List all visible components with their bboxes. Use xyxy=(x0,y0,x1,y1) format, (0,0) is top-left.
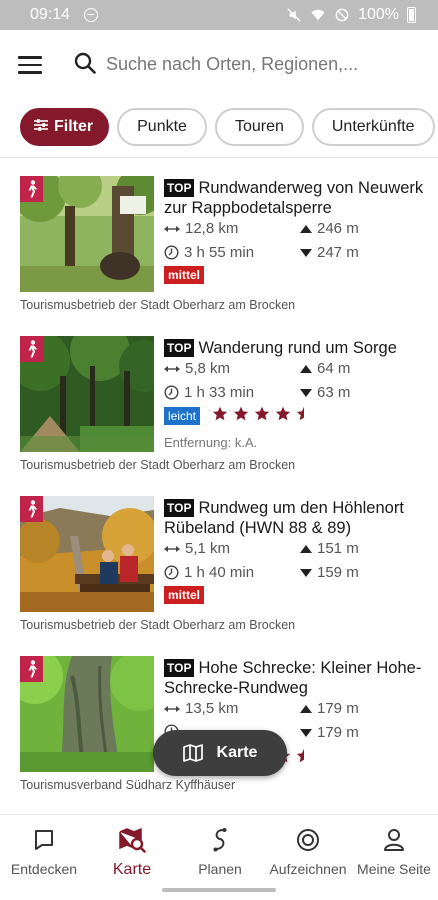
top-badge: TOP xyxy=(164,659,195,677)
tour-descent: 179 m xyxy=(317,724,359,741)
star-icon xyxy=(296,406,304,421)
difficulty-badge: mittel xyxy=(164,266,205,284)
tour-distance: 5,1 km xyxy=(185,540,231,557)
difficulty-badge: mittel xyxy=(164,586,205,604)
map-button[interactable]: Karte xyxy=(153,730,287,776)
tour-source: Tourismusbetrieb der Stadt Oberharz am B… xyxy=(20,298,296,312)
star-icon xyxy=(296,748,304,763)
tour-duration: 1 h 40 min xyxy=(184,564,255,581)
nav-planen[interactable]: Planen xyxy=(176,825,264,877)
tour-image xyxy=(20,496,154,612)
nav-aufzeichnen[interactable]: Aufzeichnen xyxy=(264,825,352,877)
descent-icon xyxy=(300,248,312,257)
tour-ascent: 246 m xyxy=(317,220,359,237)
star-icon xyxy=(233,406,249,421)
map-icon xyxy=(182,744,203,762)
clock-icon xyxy=(164,245,179,260)
wifi-icon xyxy=(311,9,325,21)
tour-source: Tourismusbetrieb der Stadt Oberharz am B… xyxy=(20,458,296,472)
tour-card[interactable]: TOP Wanderung rund um Sorge 5,8 km 1 h 33… xyxy=(0,318,438,478)
distance-icon xyxy=(164,705,180,712)
tour-duration: 1 h 33 min xyxy=(184,384,255,401)
battery-text: 100% xyxy=(358,6,399,23)
distance-icon xyxy=(164,365,180,372)
clock-icon xyxy=(164,385,179,400)
tour-title: Hohe Schrecke: Kleiner Hohe-Schrecke-Run… xyxy=(164,659,422,697)
chip-touren[interactable]: Touren xyxy=(214,108,304,146)
star-icon xyxy=(254,406,270,421)
menu-icon[interactable] xyxy=(18,56,42,74)
tour-ascent: 151 m xyxy=(317,540,359,557)
top-badge: TOP xyxy=(164,339,195,357)
clock-icon xyxy=(164,565,179,580)
search-input[interactable] xyxy=(106,48,426,80)
discover-icon xyxy=(35,830,53,850)
tour-ascent: 64 m xyxy=(317,360,351,377)
nav-karte[interactable]: Karte xyxy=(88,825,176,879)
filter-chip[interactable]: Filter xyxy=(20,108,110,146)
no-signal-icon xyxy=(335,8,349,22)
nav-meine-seite[interactable]: Meine Seite xyxy=(350,825,438,877)
descent-icon xyxy=(300,568,312,577)
nav-entdecken[interactable]: Entdecken xyxy=(0,825,88,877)
filter-icon xyxy=(34,119,48,132)
chip-unterkuenfte[interactable]: Unterkünfte xyxy=(311,108,435,146)
tour-source: Tourismusverband Südharz Kyffhäuser xyxy=(20,778,236,792)
ascent-icon xyxy=(300,704,312,713)
tour-duration: 3 h 55 min xyxy=(184,244,255,261)
ascent-icon xyxy=(300,364,312,373)
star-icon xyxy=(275,406,291,421)
tour-title: Rundwanderweg von Neuwerk zur Rappbodeta… xyxy=(164,179,424,217)
tour-image xyxy=(20,176,154,292)
hiking-badge-icon xyxy=(20,176,43,202)
profile-icon xyxy=(384,829,404,851)
map-search-icon xyxy=(119,827,146,853)
ascent-icon xyxy=(300,224,312,233)
hiking-badge-icon xyxy=(20,656,43,682)
hiking-badge-icon xyxy=(20,496,43,522)
distance-icon xyxy=(164,545,180,552)
descent-icon xyxy=(300,388,312,397)
tour-title: Rundweg um den Höhlenort Rübeland (HWN 8… xyxy=(164,499,404,537)
distance-icon xyxy=(164,225,180,232)
top-badge: TOP xyxy=(164,499,195,517)
do-not-disturb-icon xyxy=(84,8,98,22)
status-time: 09:14 xyxy=(30,6,71,23)
hiking-badge-icon xyxy=(20,336,43,362)
tour-title: Wanderung rund um Sorge xyxy=(198,339,397,357)
tour-card[interactable]: TOP Rundwanderweg von Neuwerk zur Rappbod… xyxy=(0,158,438,318)
tour-descent: 247 m xyxy=(317,244,359,261)
descent-icon xyxy=(300,728,312,737)
battery-icon xyxy=(407,7,416,23)
tour-source: Tourismusbetrieb der Stadt Oberharz am B… xyxy=(20,618,296,632)
home-indicator[interactable] xyxy=(162,888,276,892)
tour-image xyxy=(20,336,154,452)
tour-entfernung: Entfernung: k.A. xyxy=(164,435,258,450)
filter-chips: Filter Punkte Touren Unterkünfte xyxy=(20,108,438,148)
tour-distance: 5,8 km xyxy=(185,360,231,377)
top-badge: TOP xyxy=(164,179,195,197)
ascent-icon xyxy=(300,544,312,553)
tour-descent: 63 m xyxy=(317,384,351,401)
tour-ascent: 179 m xyxy=(317,700,359,717)
route-plan-icon xyxy=(213,828,227,852)
star-icon xyxy=(212,406,228,421)
tour-list: TOP Rundwanderweg von Neuwerk zur Rappbod… xyxy=(0,158,438,814)
chip-punkte[interactable]: Punkte xyxy=(117,108,207,146)
search-icon[interactable] xyxy=(74,52,96,74)
tour-descent: 159 m xyxy=(317,564,359,581)
tour-distance: 13,5 km xyxy=(185,700,239,717)
search-bar xyxy=(0,30,438,98)
difficulty-badge: leicht xyxy=(164,407,201,425)
map-button-label: Karte xyxy=(216,744,258,761)
rating-stars xyxy=(212,406,312,422)
tour-image xyxy=(20,656,154,772)
bottom-navigation: Entdecken Karte Planen Aufzeichnen Meine… xyxy=(0,814,438,900)
status-bar: 09:14 100% xyxy=(0,0,438,30)
tour-distance: 12,8 km xyxy=(185,220,239,237)
tour-card[interactable]: TOP Rundweg um den Höhlenort Rübeland (HW… xyxy=(0,478,438,638)
record-icon xyxy=(297,829,319,851)
mute-icon xyxy=(287,8,301,22)
